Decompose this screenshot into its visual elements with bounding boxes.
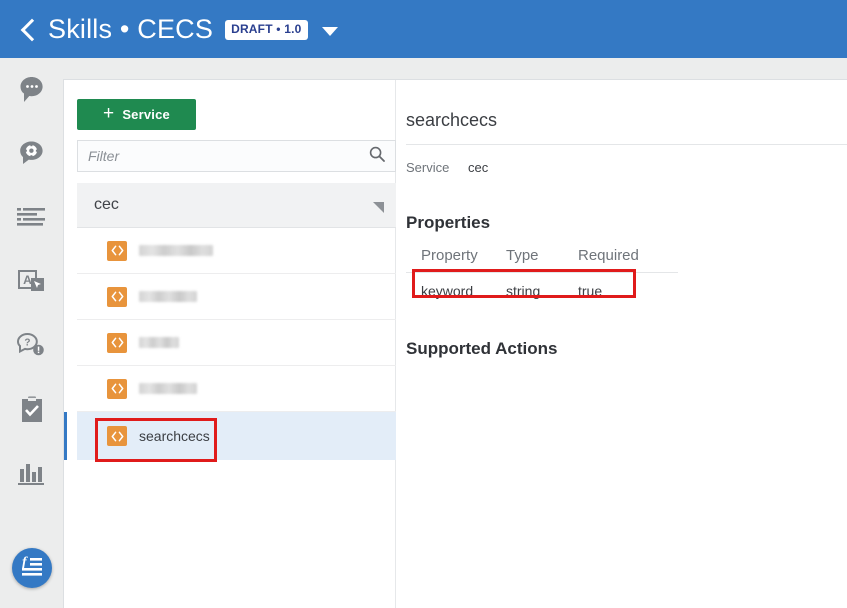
code-brackets-icon [107, 426, 127, 446]
list-item[interactable] [77, 228, 396, 274]
cell-required: true [578, 283, 603, 299]
redacted-label [139, 383, 197, 394]
sidebar-item-head-speech-bubble[interactable] [0, 58, 63, 122]
app-header: Skills • CECS DRAFT • 1.0 [0, 0, 847, 58]
service-group-header[interactable]: cec [77, 183, 396, 228]
service-meta-row: Service cec [406, 160, 847, 175]
filter-field[interactable] [77, 140, 396, 172]
cell-type: string [506, 283, 541, 299]
svg-text:A: A [23, 273, 32, 287]
status-badge: DRAFT • 1.0 [225, 20, 308, 40]
back-chevron-icon[interactable] [16, 14, 42, 44]
code-brackets-icon [107, 332, 127, 353]
sidebar-item-clipboard-check[interactable] [0, 378, 63, 442]
sidebar-item-translate[interactable]: A [0, 250, 63, 314]
add-service-button[interactable]: + Service [77, 99, 196, 130]
sidebar-item-text-lines[interactable] [0, 186, 63, 250]
properties-heading: Properties [406, 213, 491, 232]
column-header-required: Required [578, 247, 639, 264]
column-header-type: Type [506, 247, 539, 264]
search-icon[interactable] [369, 146, 385, 167]
svg-text:f: f [22, 555, 28, 570]
list-item-searchcecs[interactable]: searchcecs [64, 412, 396, 460]
toolbar-strip [63, 58, 847, 79]
sidebar-item-bar-chart[interactable] [0, 442, 63, 506]
redacted-label [139, 245, 213, 256]
head-speech-bubble-icon [17, 76, 47, 104]
supported-actions-heading: Supported Actions [406, 339, 558, 358]
service-meta-value: cec [468, 160, 489, 175]
content-card: + Service cec [63, 79, 847, 608]
app-root: Skills • CECS DRAFT • 1.0 A ? f + Servic… [0, 0, 847, 608]
icon-rail: A ? f [0, 58, 63, 608]
service-list-panel: + Service cec [64, 80, 396, 608]
service-list: searchcecs [64, 228, 396, 460]
detail-panel: searchcecs Service cec Properties Proper… [406, 80, 847, 608]
list-item[interactable] [77, 274, 396, 320]
clipboard-check-icon [20, 396, 44, 424]
redacted-label [139, 291, 197, 302]
gear-speech-bubble-icon [17, 140, 47, 168]
chevron-down-icon[interactable] [321, 26, 338, 36]
translate-icon: A [17, 268, 47, 296]
list-item[interactable] [77, 366, 396, 412]
question-speech-bubble-icon: ? [16, 333, 47, 359]
service-meta-key: Service [406, 160, 450, 175]
bar-chart-icon [17, 461, 46, 487]
cell-property: keyword [421, 283, 474, 299]
properties-table: Property Type Required keyword string tr… [406, 247, 678, 299]
detail-title: searchcecs [406, 110, 498, 130]
formula-document-icon: f [19, 554, 45, 583]
service-group-label: cec [94, 196, 119, 213]
properties-table-header: Property Type Required [406, 247, 678, 272]
code-brackets-icon [107, 286, 127, 307]
table-row: keyword string true [406, 273, 678, 299]
formula-fab-button[interactable]: f [12, 548, 52, 588]
svg-text:?: ? [24, 338, 30, 349]
text-lines-icon [16, 207, 47, 229]
filter-input[interactable] [88, 148, 369, 164]
list-item[interactable] [77, 320, 396, 366]
add-service-label: Service [122, 107, 170, 122]
list-item-label: searchcecs [139, 428, 210, 444]
redacted-label [139, 337, 179, 348]
title-divider [406, 144, 847, 145]
code-brackets-icon [107, 240, 127, 261]
plus-icon: + [103, 103, 115, 124]
code-brackets-icon [107, 378, 127, 399]
sidebar-item-question-speech-bubble[interactable]: ? [0, 314, 63, 378]
page-title: Skills • CECS [48, 13, 214, 44]
sidebar-item-gear-speech-bubble[interactable] [0, 122, 63, 186]
column-header-property: Property [421, 247, 478, 264]
corner-triangle-icon[interactable] [373, 202, 384, 213]
